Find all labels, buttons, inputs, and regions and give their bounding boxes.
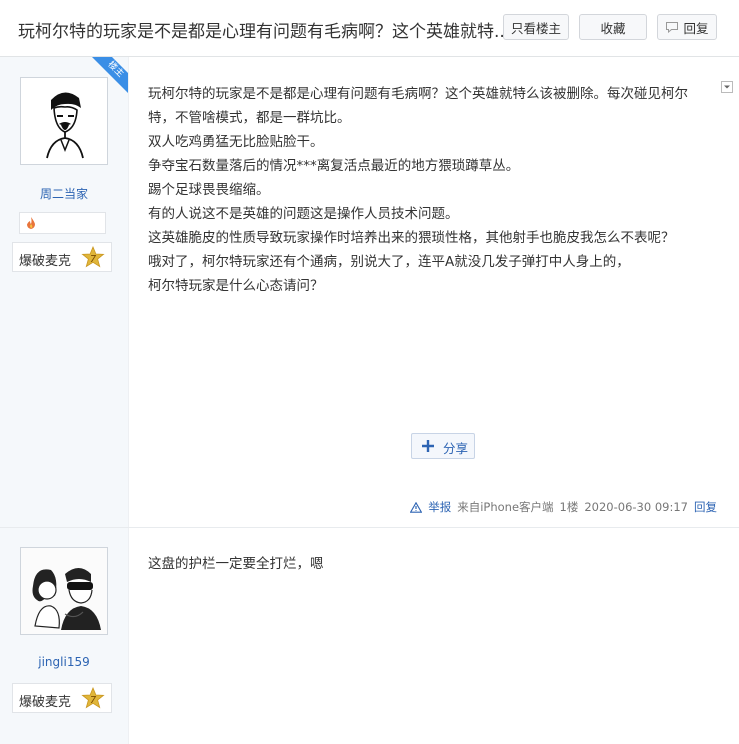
post-tail: 举报 来自iPhone客户端 1楼 2020-06-30 09:17 回复: [410, 499, 717, 515]
level-number: 7: [90, 695, 97, 706]
username-link[interactable]: 周二当家: [0, 185, 128, 202]
post-line: 哦对了，柯尔特玩家还有个通病，别说大了，连平A就没几发子弹打中人身上的，: [148, 254, 630, 270]
op-ribbon: 楼主: [92, 57, 128, 93]
author-sidebar: jingli159 爆破麦克 7: [0, 528, 129, 744]
post-body: 这盘的护栏一定要全打烂，嗯: [148, 552, 324, 576]
thread-title: 玩柯尔特的玩家是不是都是心理有问题有毛病啊？这个英雄就特...: [18, 22, 511, 42]
post-line: 柯尔特玩家是什么心态请问？: [148, 278, 324, 294]
post-options-dropdown[interactable]: [721, 81, 733, 93]
only-op-button[interactable]: 只看楼主: [503, 14, 569, 40]
flame-icon[interactable]: [24, 216, 38, 230]
post-line: 有的人说这不是英雄的问题这是操作人员技术问题。: [148, 206, 459, 222]
post-line: 踢个足球畏畏缩缩。: [148, 182, 270, 198]
avatar-image: [21, 548, 107, 634]
post-floor-2: jingli159 爆破麦克 7 这盘的护栏一定要全打烂，嗯: [0, 528, 739, 744]
reply-button-label: 回复: [683, 20, 709, 36]
level-number: 7: [90, 254, 97, 265]
thread-header: 玩柯尔特的玩家是不是都是心理有问题有毛病啊？这个英雄就特... 只看楼主 收藏 …: [0, 0, 739, 57]
caret-down-icon: [724, 85, 730, 89]
user-icons-box: [19, 212, 106, 234]
level-star-icon: 7: [81, 687, 105, 709]
member-level-badge[interactable]: 爆破麦克 7: [12, 242, 112, 272]
avatar[interactable]: [20, 547, 108, 635]
level-star-icon: 7: [81, 246, 105, 268]
source-label: 来自iPhone客户端: [457, 500, 554, 514]
post-floor-1: 周二当家 爆破麦克 7 楼主 玩柯尔特的玩家是不是都是心理有问题有毛病啊？这个英…: [0, 57, 739, 528]
post-body: 玩柯尔特的玩家是不是都是心理有问题有毛病啊？这个英雄就特么该被删除。每次碰见柯尔…: [148, 82, 688, 298]
plus-icon: [422, 440, 434, 452]
warning-icon: [410, 501, 423, 513]
member-level-badge[interactable]: 爆破麦克 7: [12, 683, 112, 713]
badge-label: 爆破麦克: [19, 254, 72, 269]
reply-button[interactable]: 回复: [657, 14, 717, 40]
author-sidebar: 周二当家 爆破麦克 7: [0, 57, 129, 527]
report-link[interactable]: 举报: [428, 499, 451, 515]
username-link[interactable]: jingli159: [0, 655, 128, 669]
post-line: 特，不管啥模式，都是一群坑比。: [148, 110, 351, 126]
comment-icon: [666, 22, 679, 33]
share-label: 分享: [443, 441, 469, 456]
floor-label: 1楼: [559, 500, 579, 514]
favorite-button[interactable]: 收藏: [579, 14, 647, 40]
share-button[interactable]: 分享: [411, 433, 475, 459]
badge-label: 爆破麦克: [19, 695, 72, 710]
post-line: 争夺宝石数量落后的情况***离复活点最近的地方猥琐蹲草丛。: [148, 158, 520, 174]
post-line: 双人吃鸡勇猛无比脸贴脸干。: [148, 134, 324, 150]
post-reply-link[interactable]: 回复: [694, 499, 717, 515]
post-line: 玩柯尔特的玩家是不是都是心理有问题有毛病啊？这个英雄就特么该被删除。每次碰见柯尔: [148, 86, 688, 102]
post-line: 这盘的护栏一定要全打烂，嗯: [148, 556, 324, 572]
timestamp: 2020-06-30 09:17: [584, 500, 688, 514]
post-line: 这英雄脆皮的性质导致玩家操作时培养出来的猥琐性格，其他射手也脆皮我怎么不表呢？: [148, 230, 675, 246]
